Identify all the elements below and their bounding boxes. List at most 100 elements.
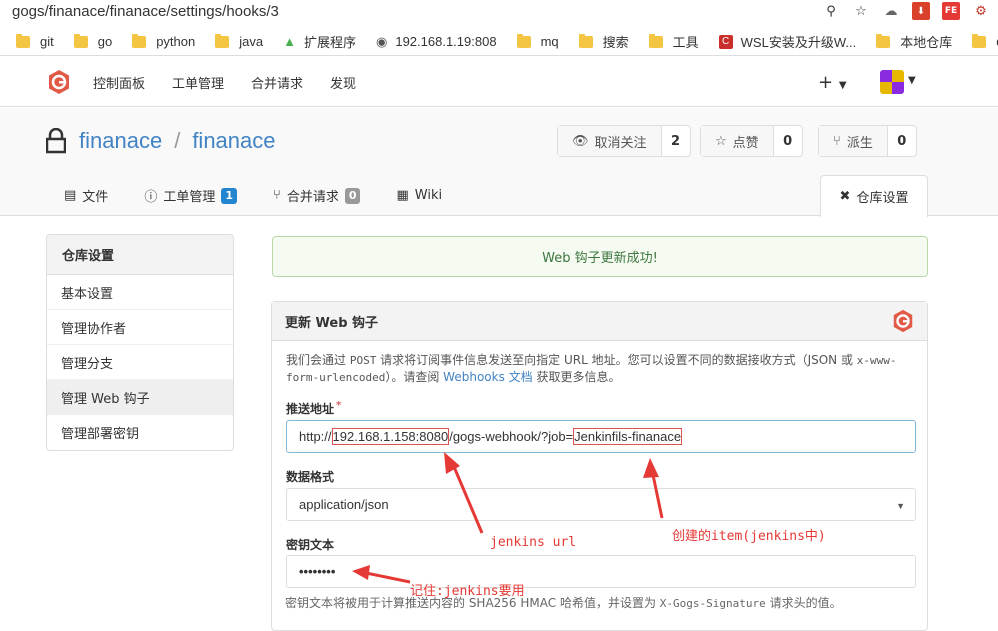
bookmark-go[interactable]: go: [73, 33, 112, 49]
pull-request-icon: ⑂: [273, 188, 281, 203]
star-button[interactable]: ☆ 点赞: [701, 126, 774, 156]
sidebar-item-webhooks[interactable]: 管理 Web 钩子: [47, 380, 233, 415]
bookmark-local-repo[interactable]: 本地仓库: [876, 32, 952, 51]
form-description: 我们会通过 POST 请求将订阅事件信息发送至向指定 URL 地址。您可以设置不…: [286, 353, 897, 384]
secret-label: 密钥文本: [286, 538, 335, 552]
bookmark-java[interactable]: java: [215, 33, 263, 49]
folder-icon: [972, 33, 987, 48]
extension-cloud-icon[interactable]: ☁: [882, 2, 900, 20]
settings-sidebar: 仓库设置 基本设置 管理协作者 管理分支 管理 Web 钩子 管理部署密钥: [46, 234, 234, 451]
bookmark-docker[interactable]: docker: [972, 33, 998, 49]
zoom-icon[interactable]: ⚲: [822, 2, 840, 20]
pulls-count-badge: 0: [344, 187, 361, 204]
star-button-group: ☆ 点赞 0: [700, 125, 803, 157]
bookmark-python[interactable]: python: [132, 33, 195, 49]
avatar[interactable]: [880, 70, 904, 94]
repo-tabs: ▤ 文件 ⓘ 工单管理 1 ⑂ 合并请求 0 ▦ Wiki: [46, 175, 460, 216]
webhook-form-panel: 更新 Web 钩子 我们会通过 POST 请求将订阅事件信息发送至向指定 URL…: [271, 301, 928, 631]
webhooks-docs-link[interactable]: Webhooks 文档: [443, 370, 532, 384]
tab-issues[interactable]: ⓘ 工单管理 1: [126, 175, 255, 216]
extension-ext-icon[interactable]: ⚙: [972, 2, 990, 20]
globe-icon: ◉: [376, 33, 388, 49]
repo-title: finanace / finanace: [79, 128, 276, 154]
extension-download-icon[interactable]: ⬇: [912, 2, 930, 20]
bookmark-tools[interactable]: 工具: [648, 32, 699, 51]
repo-owner-link[interactable]: finanace: [79, 128, 162, 153]
annotation-remember: 记住:jenkins要用: [410, 584, 525, 599]
browser-address-bar[interactable]: gogs/finanace/finanace/settings/hooks/3 …: [0, 0, 998, 22]
tab-files[interactable]: ▤ 文件: [46, 175, 126, 216]
folder-icon: [215, 33, 230, 48]
url-host-highlight: 192.168.1.158:8080: [331, 428, 450, 445]
gogs-logo-icon[interactable]: [46, 69, 72, 95]
bookmark-git[interactable]: git: [16, 33, 54, 49]
url-job-highlight: Jenkinfils-finanace: [573, 428, 683, 445]
file-icon: ▤: [64, 188, 77, 203]
tools-icon: ✖: [839, 189, 851, 204]
bookmark-extensions[interactable]: ▲ 扩展程序: [283, 32, 356, 51]
issue-icon: ⓘ: [144, 190, 158, 205]
content-type-label: 数据格式: [286, 470, 335, 484]
tab-wiki[interactable]: ▦ Wiki: [378, 175, 460, 216]
folder-icon: [132, 33, 147, 48]
folder-icon: [516, 33, 531, 48]
content-type-select[interactable]: application/json ▼: [286, 488, 916, 521]
bookmark-star-icon[interactable]: ☆: [852, 2, 870, 20]
secret-input[interactable]: ••••••••: [286, 555, 916, 588]
tab-settings[interactable]: ✖ 仓库设置: [820, 175, 928, 217]
create-menu[interactable]: + ▼: [818, 72, 847, 93]
caret-down-icon: ▼: [838, 80, 847, 91]
fork-count[interactable]: 0: [888, 126, 916, 156]
bookmarks-bar: git go python java ▲ 扩展程序 ◉ 192.168.1.19:8…: [0, 28, 998, 56]
nav-pulls[interactable]: 合并请求: [251, 73, 303, 92]
folder-icon: [648, 33, 663, 48]
lock-icon: [46, 128, 66, 154]
watch-count[interactable]: 2: [662, 126, 690, 156]
sidebar-item-options[interactable]: 基本设置: [47, 275, 233, 310]
puzzle-icon: ▲: [283, 34, 296, 49]
annotation-jenkins-url: jenkins url: [490, 535, 577, 550]
dropdown-caret-icon: ▼: [896, 501, 905, 511]
nav-issues[interactable]: 工单管理: [172, 73, 224, 92]
unwatch-button[interactable]: 👁 取消关注: [558, 126, 662, 156]
secret-hint: 密钥文本将被用于计算推送内容的 SHA256 HMAC 哈希值，并设置为 X-G…: [285, 596, 842, 610]
bookmark-ip[interactable]: ◉ 192.168.1.19:808: [376, 34, 497, 50]
eye-icon: 👁: [572, 133, 589, 149]
folder-icon: [16, 33, 30, 48]
success-flash: Web 钩子更新成功!: [272, 236, 928, 277]
panel-title: 更新 Web 钩子: [285, 315, 379, 331]
folder-icon: [578, 33, 593, 48]
bookmark-wsl[interactable]: C WSL安装及升级W...: [718, 32, 856, 51]
repo-name-link[interactable]: finanace: [192, 128, 275, 153]
fork-button-group: ⑂ 派生 0: [818, 125, 917, 157]
star-count[interactable]: 0: [774, 126, 802, 156]
payload-url-input[interactable]: http://192.168.1.158:8080/gogs-webhook/?…: [286, 420, 916, 453]
nav-dashboard[interactable]: 控制面板: [93, 73, 145, 92]
watch-button-group: 👁 取消关注 2: [557, 125, 691, 157]
fork-button[interactable]: ⑂ 派生: [819, 126, 888, 156]
issues-count-badge: 1: [221, 187, 237, 204]
panel-header: 更新 Web 钩子: [272, 302, 927, 341]
extension-fe-icon[interactable]: FE: [942, 2, 960, 20]
sidebar-item-branches[interactable]: 管理分支: [47, 345, 233, 380]
sidebar-item-collaborators[interactable]: 管理协作者: [47, 310, 233, 345]
top-navbar: 控制面板 工单管理 合并请求 发现 + ▼ ▼: [0, 57, 998, 107]
required-mark: *: [336, 400, 342, 411]
tab-pulls[interactable]: ⑂ 合并请求 0: [255, 175, 378, 216]
payload-url-label: 推送地址 *: [286, 400, 342, 416]
repo-separator: /: [174, 128, 181, 153]
book-icon: ▦: [396, 188, 409, 203]
nav-explore[interactable]: 发现: [330, 73, 356, 92]
folder-icon: [73, 33, 88, 48]
bookmark-mq[interactable]: mq: [516, 33, 559, 49]
star-icon: ☆: [715, 133, 727, 149]
folder-icon: [876, 33, 891, 48]
address-url[interactable]: gogs/finanace/finanace/settings/hooks/3: [12, 3, 279, 20]
gogs-logo-icon: [893, 309, 913, 333]
avatar-caret-icon[interactable]: ▼: [908, 75, 916, 86]
plus-icon: +: [818, 72, 834, 93]
fork-icon: ⑂: [833, 133, 841, 149]
sidebar-item-deploy-keys[interactable]: 管理部署密钥: [47, 415, 233, 450]
csdn-icon: C: [718, 34, 733, 49]
bookmark-search[interactable]: 搜索: [578, 32, 629, 51]
